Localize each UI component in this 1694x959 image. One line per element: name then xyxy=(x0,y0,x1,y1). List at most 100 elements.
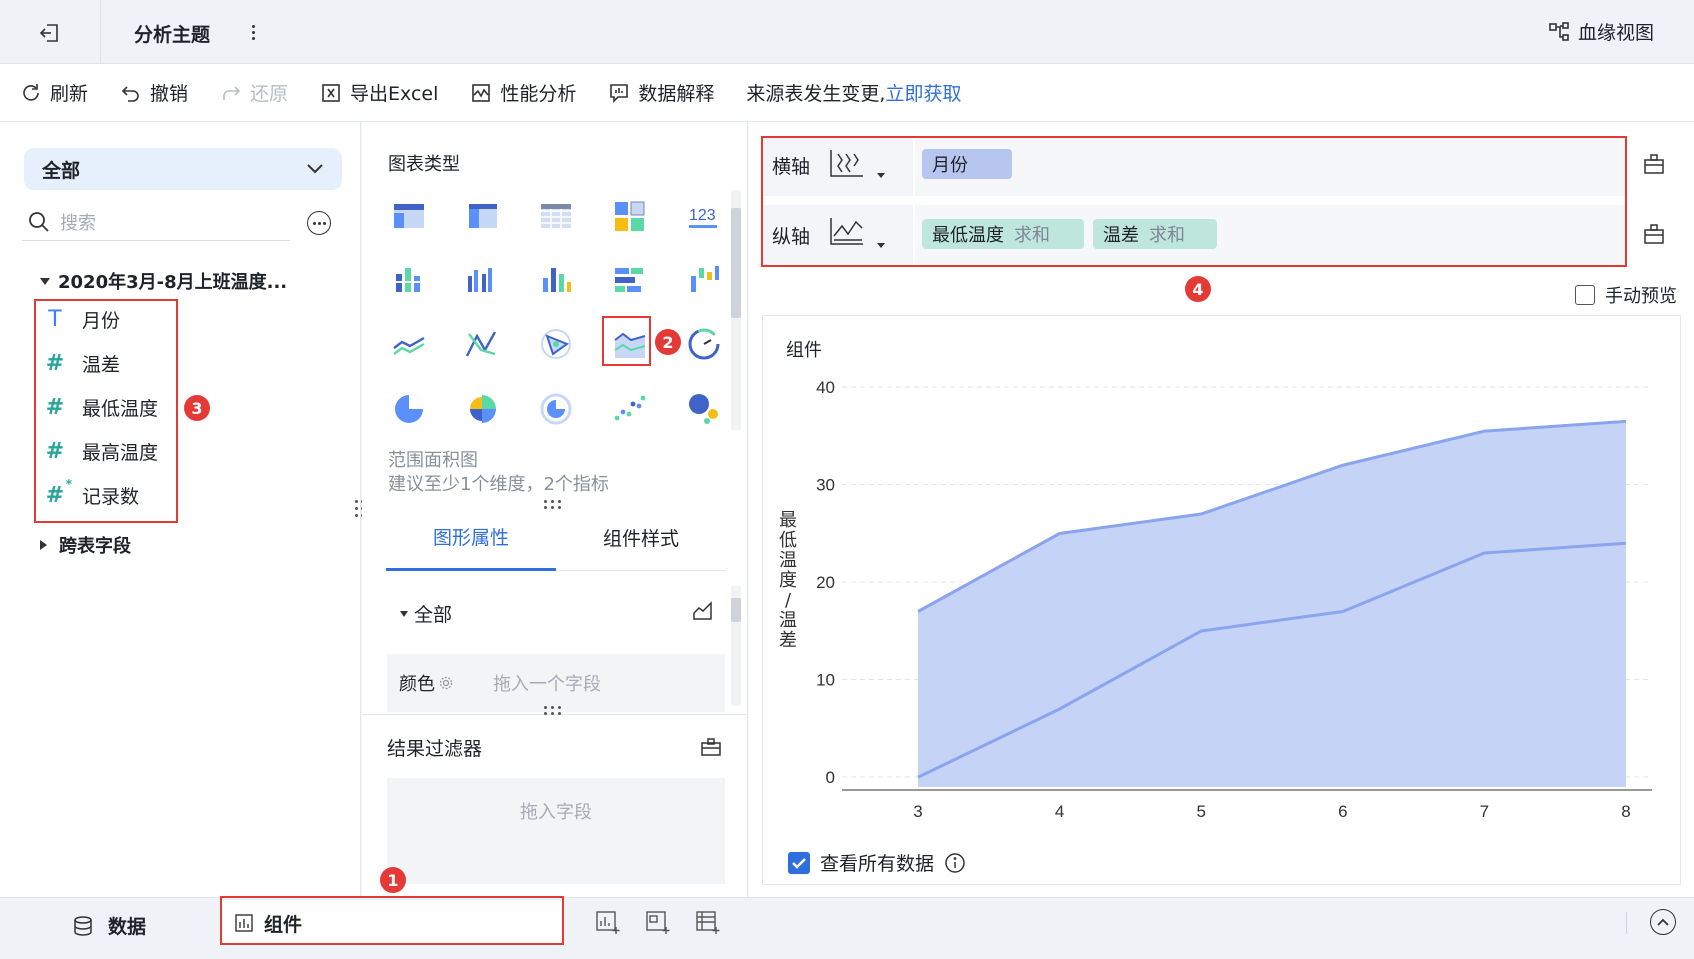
tab-graph-properties[interactable]: 图形属性 xyxy=(386,505,556,571)
tab-data-label: 数据 xyxy=(108,916,147,938)
cross-table-label: 跨表字段 xyxy=(59,536,131,557)
gauge-chart-icon[interactable] xyxy=(684,326,724,362)
result-filter-title: 结果过滤器 xyxy=(387,738,483,760)
dataset-node[interactable]: 2020年3月-8月上班温度... xyxy=(40,268,287,294)
explain-label: 数据解释 xyxy=(638,83,715,105)
highlight-box-4 xyxy=(761,136,1627,267)
ring-chart-icon[interactable] xyxy=(536,390,576,426)
all-section-header[interactable]: 全部 xyxy=(400,600,452,627)
performance-analysis-button[interactable]: 性能分析 xyxy=(470,79,576,106)
y-tick-label: 30 xyxy=(816,476,835,495)
dataset-name: 2020年3月-8月上班温度... xyxy=(58,272,288,293)
chart-type-scroll-thumb[interactable] xyxy=(731,208,741,318)
fetch-now-link[interactable]: 立即获取 xyxy=(885,79,961,106)
add-chart-icon[interactable] xyxy=(594,908,622,936)
perf-label: 性能分析 xyxy=(500,83,577,105)
tab-component-style[interactable]: 组件样式 xyxy=(556,505,726,571)
filter-add-icon[interactable] xyxy=(700,736,722,758)
color-label: 颜色 xyxy=(399,674,435,695)
view-all-checkbox[interactable] xyxy=(788,851,810,874)
multi-column-icon[interactable] xyxy=(536,262,576,298)
field-search-input[interactable]: 搜索 xyxy=(22,203,290,241)
export-label: 导出Excel xyxy=(350,83,439,105)
area-shape-icon[interactable] xyxy=(692,600,714,622)
undo-button[interactable]: 撤销 xyxy=(120,79,188,106)
bubble-chart-icon[interactable] xyxy=(684,390,724,426)
add-filter-component-icon[interactable] xyxy=(644,908,672,936)
exit-icon[interactable] xyxy=(30,18,70,48)
scope-select[interactable]: 全部 xyxy=(24,148,342,190)
detail-table-icon[interactable] xyxy=(536,198,576,234)
chevron-down-icon xyxy=(307,164,323,174)
filter-placeholder: 拖入字段 xyxy=(520,802,592,823)
redo-icon xyxy=(223,85,241,100)
redo-label: 还原 xyxy=(250,83,289,105)
x-axis-settings-icon[interactable] xyxy=(1642,152,1666,176)
refresh-label: 刷新 xyxy=(50,83,89,105)
rose-chart-icon[interactable] xyxy=(462,390,502,426)
top-header: 分析主题 血缘视图 xyxy=(0,0,1694,64)
grouped-table-icon[interactable] xyxy=(462,198,502,234)
properties-scroll-thumb[interactable] xyxy=(731,598,741,622)
range-area-chart[interactable]: 0102030403 4 5 6 7 8最低温度/温差 xyxy=(762,380,1681,820)
y-tick-label: 40 xyxy=(816,380,835,397)
expand-caret-icon xyxy=(400,610,408,617)
scatter-chart-icon[interactable] xyxy=(610,390,650,426)
export-excel-button[interactable]: 导出Excel xyxy=(320,79,438,106)
y-axis-settings-icon[interactable] xyxy=(1642,222,1666,246)
lineage-label: 血缘视图 xyxy=(1578,22,1655,44)
grouped-column-icon[interactable] xyxy=(462,262,502,298)
radar-chart-icon[interactable] xyxy=(536,326,576,362)
redo-button[interactable]: 还原 xyxy=(220,79,288,106)
bar-chart-icon[interactable] xyxy=(610,262,650,298)
vertical-resize-handle[interactable] xyxy=(544,706,561,715)
refresh-button[interactable]: 刷新 xyxy=(20,79,88,106)
divider xyxy=(1626,912,1627,934)
x-tick-label: 3 xyxy=(913,802,922,820)
database-icon xyxy=(74,915,92,936)
kpi-grid-icon[interactable] xyxy=(610,198,650,234)
radar-line-icon[interactable] xyxy=(462,326,502,362)
color-drop-zone[interactable]: 颜色 拖入一个字段 xyxy=(387,654,725,712)
search-icon xyxy=(29,211,49,232)
result-filter-drop-zone[interactable]: 拖入字段 xyxy=(387,778,725,884)
highlight-box-2 xyxy=(602,316,651,366)
lineage-view-button[interactable]: 血缘视图 xyxy=(1548,18,1654,45)
x-tick-label: 6 xyxy=(1338,802,1347,820)
table-chart-icon[interactable] xyxy=(389,198,429,234)
add-table-component-icon[interactable] xyxy=(694,908,722,936)
y-axis-title-char: 度 xyxy=(779,570,797,591)
info-icon[interactable] xyxy=(944,852,966,874)
x-tick-label: 5 xyxy=(1196,802,1205,820)
manual-preview-checkbox[interactable] xyxy=(1575,285,1595,305)
undo-label: 撤销 xyxy=(150,83,189,105)
y-tick-label: 10 xyxy=(816,671,835,690)
number-card-icon[interactable]: 123 xyxy=(684,198,724,234)
tab-data[interactable]: 数据 xyxy=(72,912,146,939)
x-tick-label: 7 xyxy=(1480,802,1489,820)
cross-table-fields-node[interactable]: 跨表字段 xyxy=(40,532,131,558)
y-axis-title-char: / xyxy=(785,590,792,611)
chart-type-title: 图表类型 xyxy=(388,154,460,175)
annotation-badge-3: 3 xyxy=(184,395,210,421)
line-chart-icon[interactable] xyxy=(389,326,429,362)
manual-preview-toggle[interactable]: 手动预览 xyxy=(1575,282,1677,308)
collapse-panel-icon[interactable] xyxy=(1650,909,1676,935)
field-options-icon[interactable] xyxy=(307,211,331,235)
stacked-column-icon[interactable] xyxy=(389,262,429,298)
pie-chart-icon[interactable] xyxy=(389,390,429,426)
refresh-icon xyxy=(23,83,39,101)
performance-icon xyxy=(472,83,491,102)
more-menu-icon[interactable] xyxy=(246,18,260,46)
y-axis-title-char: 差 xyxy=(779,630,797,651)
all-section-label: 全部 xyxy=(414,604,453,626)
view-all-data-toggle[interactable]: 查看所有数据 xyxy=(788,849,966,876)
y-axis-title-char: 最 xyxy=(779,510,797,531)
lineage-icon xyxy=(1549,21,1569,41)
data-explain-button[interactable]: 数据解释 xyxy=(608,79,714,106)
page-title: 分析主题 xyxy=(134,24,211,46)
waterfall-icon[interactable] xyxy=(684,262,724,298)
settings-icon xyxy=(439,676,453,690)
collapse-caret-icon xyxy=(40,540,47,550)
x-tick-label: 4 xyxy=(1055,802,1064,820)
